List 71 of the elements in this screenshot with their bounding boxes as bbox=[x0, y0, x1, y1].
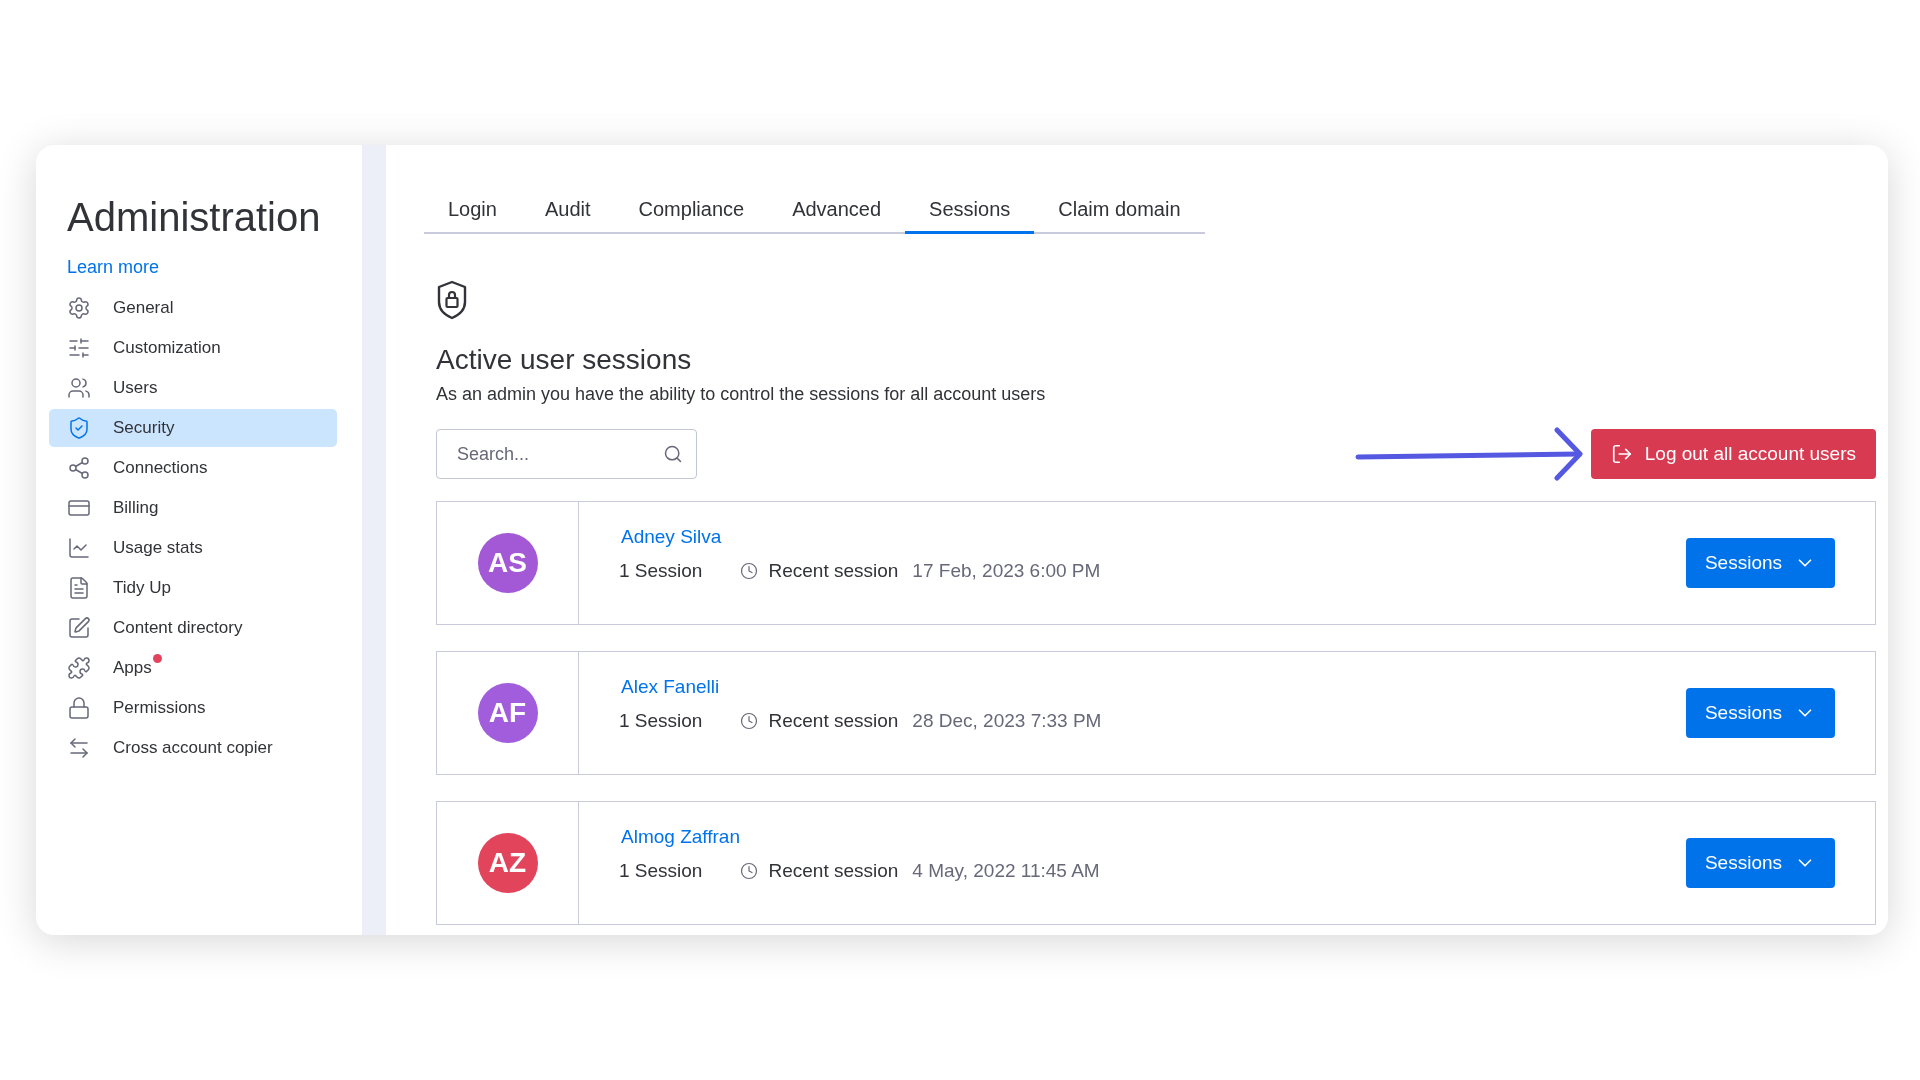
sidebar-item[interactable]: Users bbox=[49, 369, 337, 407]
clock-icon bbox=[740, 712, 759, 730]
sessions-dropdown-button[interactable]: Sessions bbox=[1686, 688, 1835, 738]
shield-check-icon bbox=[67, 416, 91, 440]
line-chart-icon bbox=[67, 536, 91, 560]
sidebar-item[interactable]: Connections bbox=[49, 449, 337, 487]
sidebar-item-label: Apps bbox=[113, 658, 152, 678]
user-avatar: AZ bbox=[477, 833, 538, 893]
sidebar-item-label: Tidy Up bbox=[113, 578, 171, 598]
sidebar-item[interactable]: Tidy Up bbox=[49, 569, 337, 607]
session-date: 4 May, 2022 11:45 AM bbox=[912, 860, 1100, 882]
session-count: 1 Session bbox=[619, 560, 703, 582]
section-description: As an admin you have the ability to control the sessions for all account users bbox=[436, 384, 1047, 405]
sidebar-item-label: Permissions bbox=[113, 698, 206, 718]
sidebar-item-label: Usage stats bbox=[113, 538, 203, 558]
sidebar-item[interactable]: General bbox=[49, 289, 337, 327]
search-field[interactable]: Search... bbox=[436, 429, 697, 479]
sidebar-item-label: General bbox=[113, 298, 174, 318]
sidebar-item-label: Cross account copier bbox=[113, 738, 273, 758]
tab[interactable]: Login bbox=[424, 198, 521, 234]
puzzle-icon bbox=[67, 656, 91, 680]
sidebar-item[interactable]: Customization bbox=[49, 329, 337, 367]
sessions-dropdown-button[interactable]: Sessions bbox=[1686, 838, 1835, 888]
sidebar-item[interactable]: Content directory bbox=[49, 609, 337, 647]
sidebar-item[interactable]: Apps bbox=[49, 649, 337, 687]
sidebar-title: Administration bbox=[67, 194, 321, 241]
clock-icon bbox=[740, 562, 759, 580]
learn-more-link[interactable]: Learn more bbox=[67, 257, 160, 278]
lock-icon bbox=[67, 696, 91, 720]
section-title: Active user sessions bbox=[436, 343, 693, 377]
sidebar-item[interactable]: Permissions bbox=[49, 689, 337, 727]
pen-square-icon bbox=[67, 616, 91, 640]
recent-session-label: Recent session bbox=[768, 710, 899, 732]
sidebar-item-label: Content directory bbox=[113, 618, 243, 638]
user-avatar: AF bbox=[477, 683, 538, 743]
sessions-dropdown-button[interactable]: Sessions bbox=[1686, 538, 1835, 588]
session-date: 28 Dec, 2023 7:33 PM bbox=[912, 710, 1102, 732]
sidebar-item[interactable]: Billing bbox=[49, 489, 337, 527]
logout-all-button[interactable]: Log out all account users bbox=[1590, 429, 1876, 479]
tab[interactable]: Claim domain bbox=[1034, 198, 1205, 234]
session-date: 17 Feb, 2023 6:00 PM bbox=[912, 560, 1101, 582]
shield-lock-icon bbox=[436, 280, 468, 320]
recent-session-label: Recent session bbox=[768, 860, 899, 882]
recent-session-label: Recent session bbox=[768, 560, 899, 582]
search-icon bbox=[663, 444, 683, 464]
tab[interactable]: Audit bbox=[520, 198, 615, 234]
sidebar-item-label: Connections bbox=[113, 458, 208, 478]
user-name-link[interactable]: Alex Fanelli bbox=[621, 676, 720, 698]
tab[interactable]: Compliance bbox=[614, 198, 769, 234]
user-avatar: AS bbox=[477, 533, 538, 593]
sidebar-item[interactable]: Cross account copier bbox=[49, 729, 337, 767]
document-icon bbox=[67, 576, 91, 600]
logout-icon bbox=[1610, 443, 1633, 465]
sidebar-item-label: Customization bbox=[113, 338, 221, 358]
tab[interactable]: Sessions bbox=[905, 198, 1035, 234]
clock-icon bbox=[740, 862, 759, 880]
sliders-icon bbox=[67, 336, 91, 360]
sidebar-item-label: Billing bbox=[113, 498, 159, 518]
users-icon bbox=[67, 376, 91, 400]
sidebar-item[interactable]: Usage stats bbox=[49, 529, 337, 567]
sidebar-item[interactable]: Security bbox=[49, 409, 337, 447]
session-count: 1 Session bbox=[619, 860, 703, 882]
sidebar-item-label: Security bbox=[113, 418, 175, 438]
swap-arrows-icon bbox=[67, 736, 91, 760]
nodes-icon bbox=[67, 456, 91, 480]
tab[interactable]: Advanced bbox=[768, 198, 906, 234]
user-name-link[interactable]: Adney Silva bbox=[621, 526, 722, 548]
sidebar-item-label: Users bbox=[113, 378, 158, 398]
user-name-link[interactable]: Almog Zaffran bbox=[621, 826, 740, 848]
gear-icon bbox=[67, 296, 91, 320]
session-count: 1 Session bbox=[619, 710, 703, 732]
